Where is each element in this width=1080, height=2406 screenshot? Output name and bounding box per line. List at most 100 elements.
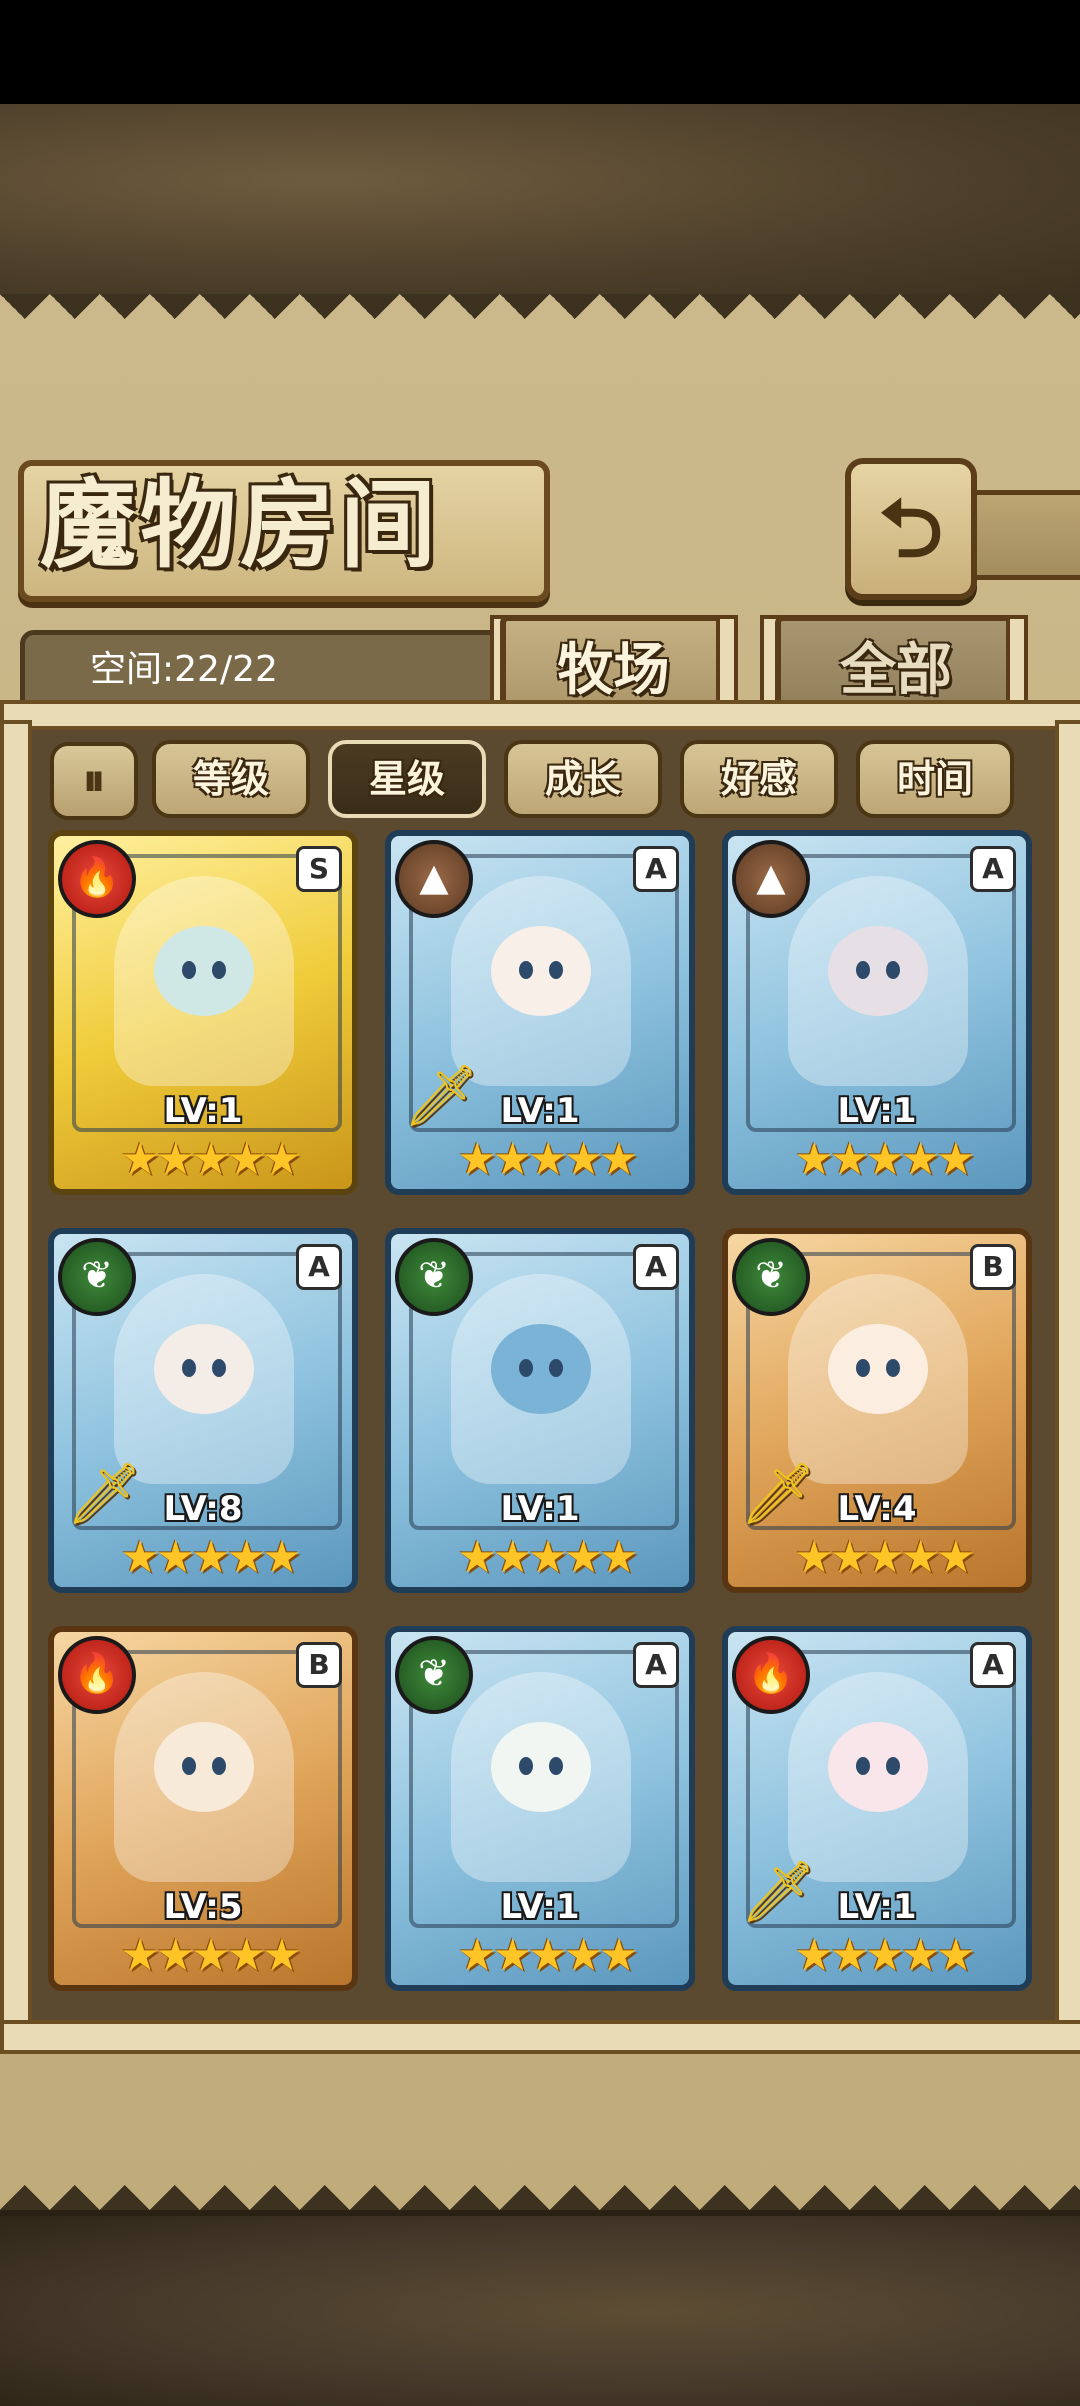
filter-time-button[interactable]: 时间 xyxy=(856,740,1014,818)
wood-element-icon: ❦ xyxy=(58,1238,136,1316)
fire-element-icon: 🔥 xyxy=(58,1636,136,1714)
rank-badge: A xyxy=(633,846,679,892)
rank-badge: B xyxy=(296,1642,342,1688)
rank-badge: B xyxy=(970,1244,1016,1290)
level-label: LV:1 xyxy=(837,1887,917,1927)
level-label: LV:1 xyxy=(500,1489,580,1529)
monster-card[interactable]: ❦ A LV:1 ★★★★★ xyxy=(385,1626,695,1991)
star-rating: ★★★★★ xyxy=(120,1930,301,1981)
monster-portrait xyxy=(114,1672,294,1882)
monster-card[interactable]: ❦ A LV:1 ★★★★★ xyxy=(385,1228,695,1593)
monster-eye xyxy=(182,1359,196,1377)
filter-star-button[interactable]: 星级 xyxy=(328,740,486,818)
level-label: LV:4 xyxy=(837,1489,917,1529)
monster-face xyxy=(491,1324,591,1414)
level-label: LV:8 xyxy=(163,1489,243,1529)
fire-element-icon: 🔥 xyxy=(732,1636,810,1714)
monster-face xyxy=(154,1324,254,1414)
map-background-top xyxy=(0,104,1080,300)
monster-eye xyxy=(886,1757,900,1775)
level-label: LV:1 xyxy=(163,1091,243,1131)
monster-eye xyxy=(856,961,870,979)
monster-card[interactable]: 🔥 A 🗡 LV:1 ★★★★★ xyxy=(722,1626,1032,1991)
monster-face xyxy=(491,926,591,1016)
sort-toggle-button[interactable]: ⏸ xyxy=(50,742,138,820)
monster-eye xyxy=(519,1359,533,1377)
filter-level-button[interactable]: 等级 xyxy=(152,740,310,818)
earth-element-icon: ▲ xyxy=(732,840,810,918)
star-rating: ★★★★★ xyxy=(794,1532,975,1583)
star-rating: ★★★★★ xyxy=(457,1134,638,1185)
monster-eye xyxy=(549,961,563,979)
monster-eye xyxy=(549,1359,563,1377)
rank-badge: A xyxy=(633,1244,679,1290)
monster-face xyxy=(828,926,928,1016)
monster-face xyxy=(154,1722,254,1812)
monster-portrait xyxy=(451,876,631,1086)
star-rating: ★★★★★ xyxy=(794,1134,975,1185)
monster-portrait xyxy=(788,1672,968,1882)
monster-eye xyxy=(886,1359,900,1377)
return-arrow-icon: ⮌ xyxy=(878,482,944,575)
monster-card[interactable]: ❦ A 🗡 LV:8 ★★★★★ xyxy=(48,1228,358,1593)
monster-eye xyxy=(182,961,196,979)
sort-toggle-icon: ⏸ xyxy=(83,755,105,806)
monster-face xyxy=(828,1324,928,1414)
level-label: LV:1 xyxy=(500,1887,580,1927)
star-rating: ★★★★★ xyxy=(120,1134,301,1185)
monster-portrait xyxy=(788,876,968,1086)
torn-edge-bottom xyxy=(0,2160,1080,2210)
filter-growth-button[interactable]: 成长 xyxy=(504,740,662,818)
level-label: LV:1 xyxy=(837,1091,917,1131)
map-background-bottom xyxy=(0,2210,1080,2406)
monster-eye xyxy=(856,1757,870,1775)
space-capacity: 空间:22/22 xyxy=(90,649,278,690)
frame-bottom xyxy=(0,2020,1080,2054)
star-rating: ★★★★★ xyxy=(120,1532,301,1583)
rank-badge: A xyxy=(296,1244,342,1290)
star-rating: ★★★★★ xyxy=(794,1930,975,1981)
monster-face xyxy=(491,1722,591,1812)
filter-affection-button[interactable]: 好感 xyxy=(680,740,838,818)
monster-card[interactable]: ▲ A LV:1 ★★★★★ xyxy=(722,830,1032,1195)
status-bar xyxy=(0,0,1080,104)
monster-eye xyxy=(182,1757,196,1775)
star-rating: ★★★★★ xyxy=(457,1532,638,1583)
monster-eye xyxy=(212,1757,226,1775)
earth-element-icon: ▲ xyxy=(395,840,473,918)
fire-element-icon: 🔥 xyxy=(58,840,136,918)
monster-portrait xyxy=(114,1274,294,1484)
wood-element-icon: ❦ xyxy=(395,1238,473,1316)
wood-element-icon: ❦ xyxy=(732,1238,810,1316)
monster-card[interactable]: ❦ B 🗡 LV:4 ★★★★★ xyxy=(722,1228,1032,1593)
star-rating: ★★★★★ xyxy=(457,1930,638,1981)
wood-element-icon: ❦ xyxy=(395,1636,473,1714)
monster-eye xyxy=(212,1359,226,1377)
monster-eye xyxy=(212,961,226,979)
monster-card[interactable]: 🔥 S LV:1 ★★★★★ xyxy=(48,830,358,1195)
monster-portrait xyxy=(788,1274,968,1484)
monster-eye xyxy=(856,1359,870,1377)
frame-side-right xyxy=(1055,720,1080,2028)
frame-top-bar xyxy=(0,700,1080,730)
monster-card[interactable]: ▲ A 🗡 LV:1 ★★★★★ xyxy=(385,830,695,1195)
page-title: 魔物房间 xyxy=(40,468,440,581)
monster-face xyxy=(828,1722,928,1812)
back-bar xyxy=(965,490,1080,580)
rank-badge: S xyxy=(296,846,342,892)
monster-eye xyxy=(519,961,533,979)
monster-portrait xyxy=(114,876,294,1086)
back-button[interactable]: ⮌ xyxy=(845,458,977,600)
level-label: LV:1 xyxy=(500,1091,580,1131)
monster-card[interactable]: 🔥 B LV:5 ★★★★★ xyxy=(48,1626,358,1991)
monster-eye xyxy=(886,961,900,979)
monster-portrait xyxy=(451,1672,631,1882)
monster-eye xyxy=(549,1757,563,1775)
monster-face xyxy=(154,926,254,1016)
level-label: LV:5 xyxy=(163,1887,243,1927)
torn-edge-top xyxy=(0,294,1080,344)
monster-portrait xyxy=(451,1274,631,1484)
rank-badge: A xyxy=(970,1642,1016,1688)
rank-badge: A xyxy=(970,846,1016,892)
frame-side-left xyxy=(0,720,32,2028)
